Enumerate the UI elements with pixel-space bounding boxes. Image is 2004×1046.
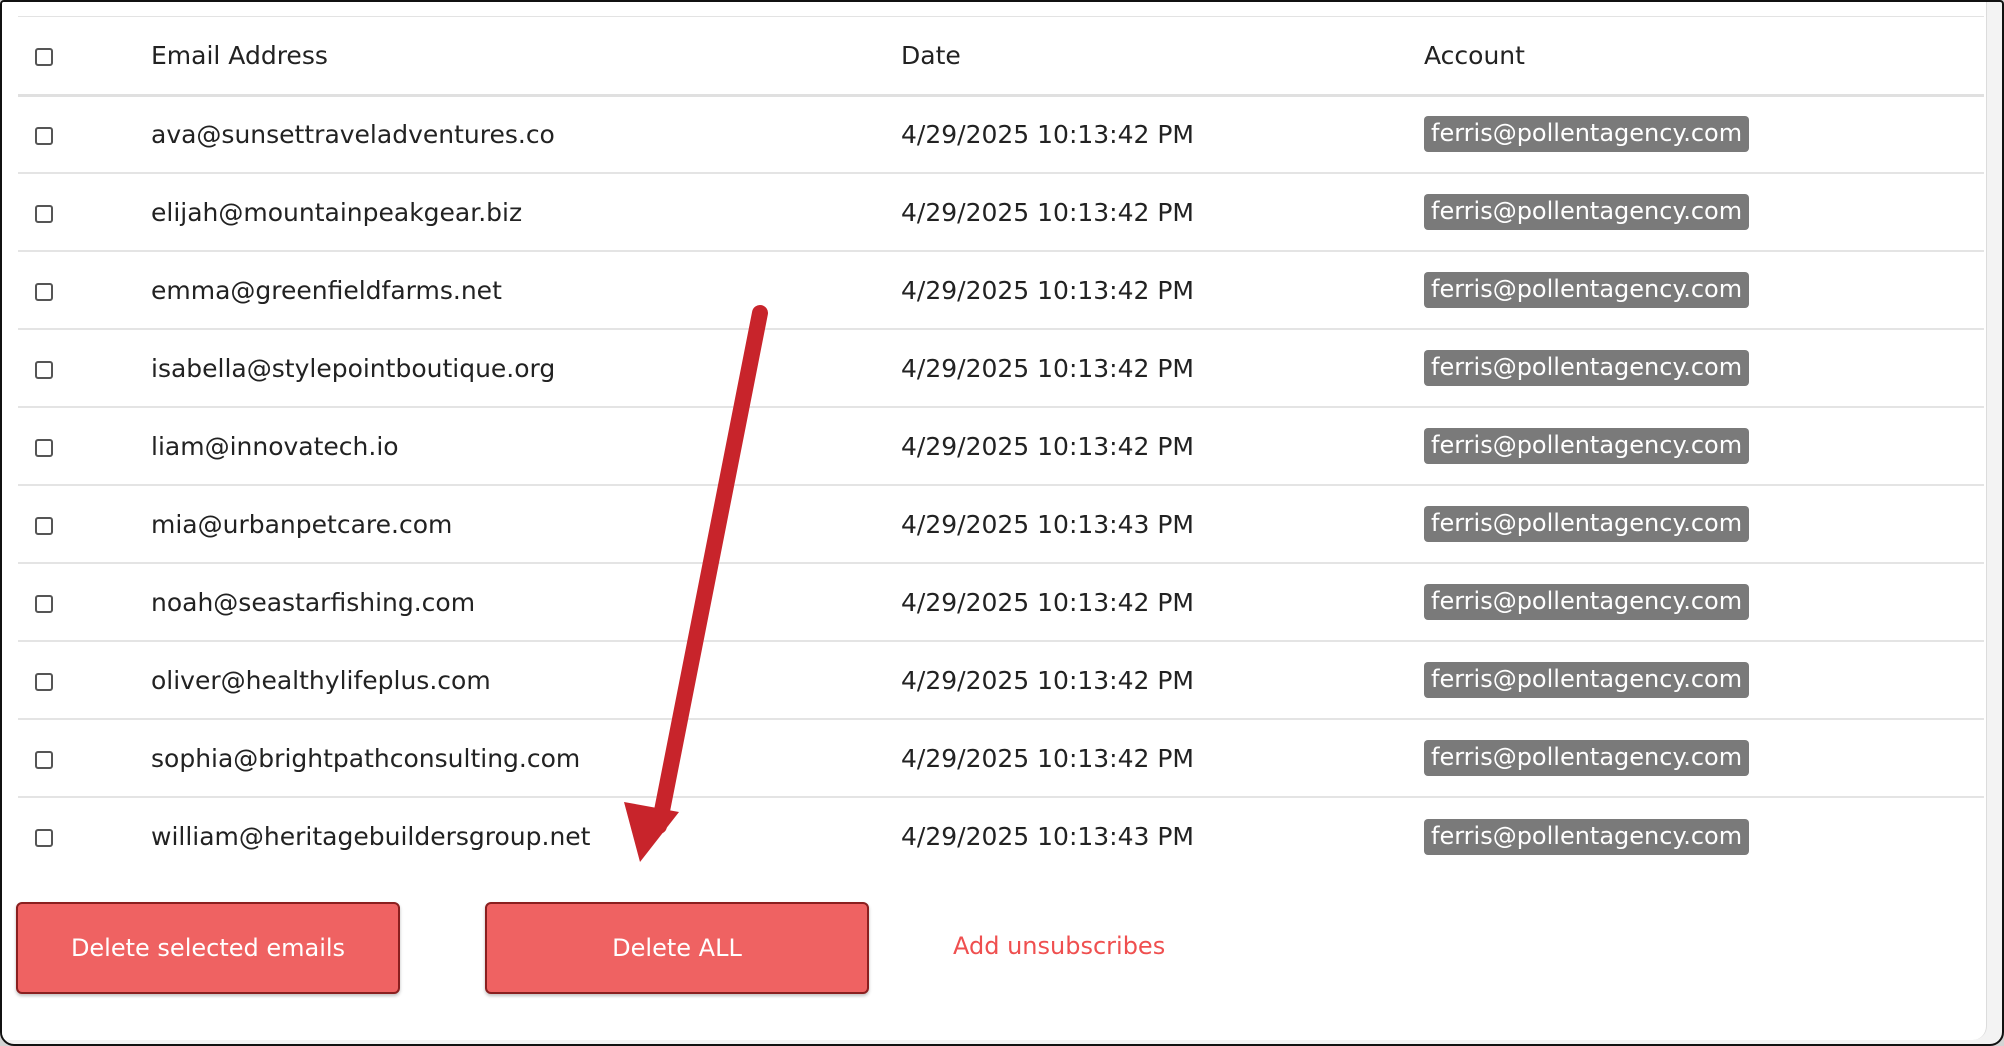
date-cell: 4/29/2025 10:13:43 PM [901, 822, 1195, 851]
date-cell: 4/29/2025 10:13:42 PM [901, 431, 1195, 461]
account-badge: ferris@pollentagency.com [1424, 740, 1750, 776]
date-cell: 4/29/2025 10:13:42 PM [901, 743, 1195, 773]
row-checkbox[interactable] [35, 282, 53, 301]
table-row[interactable]: sophia@brightpathconsulting.com 4/29/2025… [18, 719, 1984, 797]
top-divider [18, 16, 1984, 17]
account-badge: ferris@pollentagency.com [1424, 272, 1750, 308]
row-select-cell [18, 95, 151, 173]
account-badge: ferris@pollentagency.com [1424, 506, 1750, 542]
account-cell: ferris@pollentagency.com [1424, 95, 1984, 173]
delete-all-button[interactable]: Delete ALL [485, 902, 869, 994]
account-badge: ferris@pollentagency.com [1424, 818, 1750, 855]
account-cell: ferris@pollentagency.com [1424, 485, 1984, 563]
row-checkbox[interactable] [35, 672, 53, 691]
email-cell: liam@innovatech.io [151, 431, 399, 461]
row-checkbox[interactable] [35, 829, 53, 847]
account-badge: ferris@pollentagency.com [1424, 428, 1750, 464]
table-row[interactable]: noah@seastarfishing.com 4/29/2025 10:13:4… [18, 563, 1984, 641]
row-select-cell [18, 719, 151, 797]
row-select-cell [18, 407, 151, 485]
account-cell: ferris@pollentagency.com [1424, 407, 1984, 485]
email-cell: isabella@stylepointboutique.org [151, 353, 556, 383]
account-cell: ferris@pollentagency.com [1424, 251, 1984, 329]
table-row[interactable]: emma@greenfieldfarms.net 4/29/2025 10:13:… [18, 251, 1984, 329]
row-select-cell [18, 797, 151, 875]
window-frame: Email Address Date Account ava@sunsettra… [0, 0, 2004, 1046]
email-cell: william@heritagebuildersgroup.net [151, 822, 591, 851]
email-cell: ava@sunsettraveladventures.co [151, 119, 555, 149]
account-cell: ferris@pollentagency.com [1424, 719, 1984, 797]
email-cell: sophia@brightpathconsulting.com [151, 743, 581, 773]
email-list-panel: Email Address Date Account ava@sunsettra… [2, 2, 1987, 1040]
header-select-cell [18, 18, 151, 97]
account-badge: ferris@pollentagency.com [1424, 116, 1750, 153]
column-header-account[interactable]: Account [1424, 18, 1984, 97]
row-checkbox[interactable] [35, 126, 53, 145]
account-cell: ferris@pollentagency.com [1424, 797, 1984, 875]
delete-selected-button[interactable]: Delete selected emails [16, 902, 400, 994]
row-select-cell [18, 485, 151, 563]
table-row[interactable]: liam@innovatech.io 4/29/2025 10:13:42 PM f… [18, 407, 1984, 485]
date-cell: 4/29/2025 10:13:42 PM [901, 353, 1195, 383]
table-row[interactable]: mia@urbanpetcare.com 4/29/2025 10:13:43 P… [18, 485, 1984, 563]
add-unsubscribes-link[interactable]: Add unsubscribes [953, 932, 1165, 960]
date-cell: 4/29/2025 10:13:42 PM [901, 665, 1195, 695]
date-cell: 4/29/2025 10:13:42 PM [901, 587, 1195, 617]
column-header-date[interactable]: Date [901, 18, 1424, 97]
email-cell: mia@urbanpetcare.com [151, 509, 453, 539]
column-header-email[interactable]: Email Address [151, 18, 901, 97]
account-badge: ferris@pollentagency.com [1424, 350, 1750, 386]
row-checkbox[interactable] [35, 750, 53, 769]
row-select-cell [18, 173, 151, 251]
select-all-checkbox[interactable] [35, 48, 53, 67]
table-row[interactable]: elijah@mountainpeakgear.biz 4/29/2025 10:… [18, 173, 1984, 251]
email-cell: emma@greenfieldfarms.net [151, 275, 502, 305]
table-row[interactable]: oliver@healthylifeplus.com 4/29/2025 10:1… [18, 641, 1984, 719]
date-cell: 4/29/2025 10:13:42 PM [901, 197, 1195, 227]
row-checkbox[interactable] [35, 516, 53, 535]
table-row[interactable]: william@heritagebuildersgroup.net 4/29/20… [18, 797, 1984, 875]
email-table: Email Address Date Account ava@sunsettra… [18, 18, 1984, 875]
row-checkbox[interactable] [35, 204, 53, 223]
row-checkbox[interactable] [35, 360, 53, 379]
email-cell: elijah@mountainpeakgear.biz [151, 197, 523, 227]
row-select-cell [18, 563, 151, 641]
account-cell: ferris@pollentagency.com [1424, 329, 1984, 407]
row-select-cell [18, 329, 151, 407]
account-badge: ferris@pollentagency.com [1424, 194, 1750, 230]
date-cell: 4/29/2025 10:13:42 PM [901, 119, 1195, 149]
account-badge: ferris@pollentagency.com [1424, 584, 1750, 620]
email-cell: oliver@healthylifeplus.com [151, 665, 491, 695]
table-row[interactable]: ava@sunsettraveladventures.co 4/29/2025 1… [18, 95, 1984, 173]
date-cell: 4/29/2025 10:13:42 PM [901, 275, 1195, 305]
row-checkbox[interactable] [35, 438, 53, 457]
account-cell: ferris@pollentagency.com [1424, 563, 1984, 641]
date-cell: 4/29/2025 10:13:43 PM [901, 509, 1195, 539]
account-cell: ferris@pollentagency.com [1424, 173, 1984, 251]
table-header-row: Email Address Date Account [18, 18, 1984, 97]
row-checkbox[interactable] [35, 594, 53, 613]
account-badge: ferris@pollentagency.com [1424, 662, 1750, 698]
email-cell: noah@seastarfishing.com [151, 587, 476, 617]
account-cell: ferris@pollentagency.com [1424, 641, 1984, 719]
row-select-cell [18, 251, 151, 329]
table-row[interactable]: isabella@stylepointboutique.org 4/29/2025… [18, 329, 1984, 407]
row-select-cell [18, 641, 151, 719]
